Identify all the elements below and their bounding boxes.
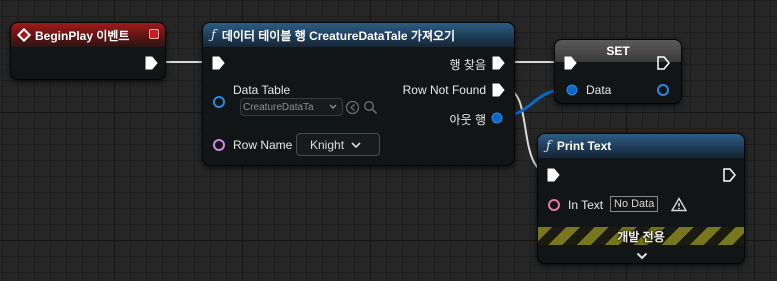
in-text-label: In Text [568,198,604,212]
get-row-node-header[interactable]: ƒ 데이터 테이블 행 CreatureDataTale 가져오기 [203,23,514,47]
event-exec-out-pin[interactable] [145,56,158,70]
set-data-label: Data [586,83,612,97]
event-node-title: BeginPlay 이벤트 [35,28,130,43]
row-name-value: Knight [310,137,345,152]
get-data-table-row-node[interactable]: ƒ 데이터 테이블 행 CreatureDataTale 가져오기 Data T… [202,22,515,166]
row-not-found-exec-out-pin[interactable] [492,83,505,97]
event-node-header[interactable]: BeginPlay 이벤트 [11,23,165,47]
beginplay-event-node[interactable]: BeginPlay 이벤트 [10,22,166,80]
in-text-field[interactable]: No Data [610,196,659,212]
set-exec-out-pin[interactable] [657,56,670,70]
arrow-left-circle-icon[interactable] [345,100,360,120]
set-variable-node[interactable]: SET Data [554,39,682,104]
get-row-node-title: 데이터 테이블 행 CreatureDataTale 가져오기 [221,28,456,43]
row-found-label: 행 찾음 [449,58,486,72]
in-text-input-pin[interactable] [547,198,561,212]
set-node-title: SET [606,44,630,58]
development-only-banner: 개발 전용 [538,227,744,245]
print-exec-in-pin[interactable] [547,168,560,182]
print-exec-out-pin[interactable] [723,168,736,182]
row-found-exec-out-pin[interactable] [492,56,505,70]
row-name-label: Row Name [233,138,293,152]
chevron-down-icon [329,102,337,113]
function-f-icon: ƒ [546,138,551,154]
chevron-down-icon [351,138,361,152]
row-not-found-label: Row Not Found [402,83,486,97]
data-table-label: Data Table [233,83,291,97]
event-stop-icon [149,29,159,39]
get-row-exec-in-pin[interactable] [212,56,225,70]
warning-triangle-icon [670,197,688,217]
data-table-input-pin[interactable] [212,95,226,109]
print-node-header[interactable]: ƒ Print Text [538,134,744,158]
diamond-event-icon [16,27,32,43]
out-row-output-pin[interactable] [490,111,504,125]
print-text-node[interactable]: ƒ Print Text In Text No Data 개발 전용 [537,133,745,264]
chevron-down-icon[interactable] [636,248,648,263]
data-table-value: CreatureDataTa [243,101,314,113]
dev-only-label: 개발 전용 [617,229,665,244]
data-table-selector[interactable]: CreatureDataTa [240,98,343,116]
out-row-label: 아웃 행 [449,113,486,127]
set-data-output-pin[interactable] [656,83,670,97]
set-data-input-pin[interactable] [565,83,579,97]
function-f-icon: ƒ [211,27,216,43]
print-node-title: Print Text [556,139,612,153]
magnifier-icon[interactable] [363,100,378,120]
row-name-selector[interactable]: Knight [296,133,380,156]
set-exec-in-pin[interactable] [564,56,577,70]
row-name-input-pin[interactable] [212,138,226,152]
